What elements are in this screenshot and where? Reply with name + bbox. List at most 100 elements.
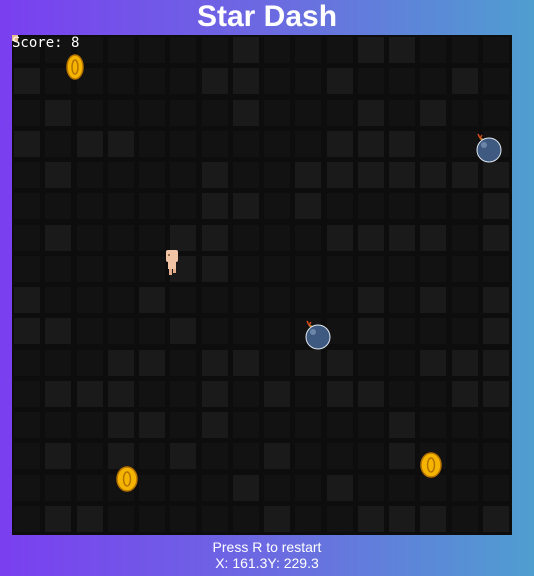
floor-tile [201,380,228,407]
floor-tile [482,443,509,470]
floor-tile [451,68,478,95]
floor-tile [170,224,197,251]
x-value: 161.3 [232,555,268,571]
restart-hint: Press R to restart [212,539,322,555]
floor-tile [232,193,259,220]
floor-tile [232,505,259,532]
floor-tile [420,193,447,220]
floor-tile [14,412,40,438]
floor-tile [45,505,72,532]
floor-tile [139,130,165,157]
floor-tile [170,474,197,501]
floor-tile [264,37,290,63]
floor-tile [451,287,478,313]
floor-tile [232,130,259,157]
y-label: Y: [267,555,280,571]
floor-tile [45,162,72,188]
floor-tile [170,287,197,313]
floor-tile [107,37,134,63]
floor-tile [326,287,353,313]
floor-tile [76,349,103,376]
floor-tile [76,318,103,345]
floor-tile [264,224,290,251]
floor-tile [451,37,478,63]
floor-tile [420,474,447,501]
floor-tile [451,193,478,220]
x-label: X: [215,555,229,571]
floor-tile [295,99,322,126]
floor-tile [139,162,165,188]
floor-tile [357,162,384,188]
floor-tile [295,68,322,95]
floor-tile [264,474,290,501]
floor-tile [451,412,478,438]
floor-tile [451,224,478,251]
floor-tile [264,380,290,407]
floor-tile [482,349,509,376]
player-sprite [166,250,178,275]
floor-tile [107,68,134,95]
floor-tile [45,318,72,345]
floor-tile [170,68,197,95]
floor-tile [232,474,259,501]
floor-tile [232,68,259,95]
floor-tile [139,318,165,345]
floor-tile [14,318,40,345]
floor-tile [264,349,290,376]
game-board[interactable]: Score: 8 [12,35,512,535]
floor-tile [201,37,228,63]
floor-tile [451,318,478,345]
floor-tile [420,380,447,407]
floor-tile [357,99,384,126]
floor-tile [107,287,134,313]
floor-tile [76,443,103,470]
floor-tile [326,224,353,251]
floor-tile [326,193,353,220]
floor-tile [139,287,165,313]
floor-tile [420,99,447,126]
floor-tile [232,224,259,251]
floor-tile [201,474,228,501]
floor-tile [420,287,447,313]
floor-tile [170,162,197,188]
floor-tile [45,193,72,220]
floor-tile [264,255,290,282]
floor-tile [264,287,290,313]
floor-tile [45,130,72,157]
floor-tile [482,505,509,532]
floor-tile [14,162,40,188]
floor-tile [420,318,447,345]
floor-tile [357,193,384,220]
floor-tile [232,255,259,282]
floor-tile [482,287,509,313]
floor-tile [420,130,447,157]
floor-tile [139,412,165,438]
floor-tile [326,474,353,501]
score-display: Score: 8 [12,35,79,51]
floor-tile [201,349,228,376]
floor-tile [201,99,228,126]
floor-tile [170,412,197,438]
floor-tile [201,318,228,345]
floor-tile [45,380,72,407]
floor-tile [76,412,103,438]
floor-tile [201,505,228,532]
floor-tile [139,505,165,532]
floor-tile [326,443,353,470]
floor-tile [389,443,415,470]
floor-tile [232,37,259,63]
floor-tile [76,474,103,501]
floor-tile [420,37,447,63]
floor-tile [264,318,290,345]
score-value: 8 [71,35,80,51]
floor-tile [451,380,478,407]
floor-tile [107,380,134,407]
floor-tile [389,162,415,188]
floor-tile [482,318,509,345]
floor-tile [170,99,197,126]
floor-tile [201,443,228,470]
floor-tile [357,412,384,438]
footer: Press R to restart X: 161.3Y: 229.3 [0,539,534,571]
floor-tile [232,99,259,126]
floor-tile [389,99,415,126]
